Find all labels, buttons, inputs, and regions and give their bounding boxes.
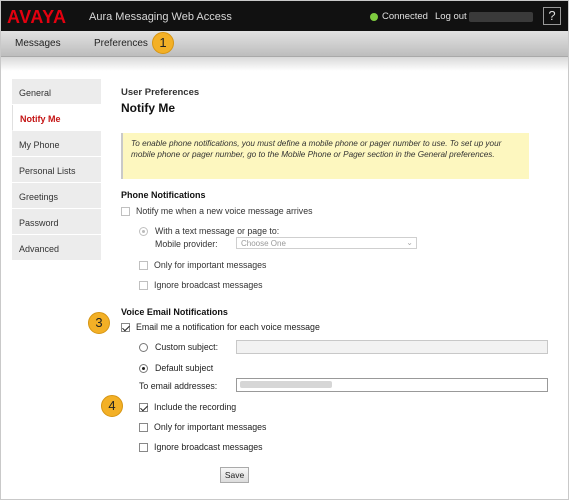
help-button[interactable]: ? xyxy=(543,7,561,25)
info-note: To enable phone notifications, you must … xyxy=(121,133,529,179)
phone-important-label: Only for important messages xyxy=(154,260,267,270)
page-eyebrow: User Preferences xyxy=(121,87,200,98)
chevron-down-icon: ⌄ xyxy=(406,238,413,247)
phone-important-row: Only for important messages xyxy=(139,260,266,270)
email-notify-label: Email me a notification for each voice m… xyxy=(136,322,320,332)
phone-ignore-broadcast-label: Ignore broadcast messages xyxy=(154,280,263,290)
avaya-logo: AVAYA xyxy=(7,7,67,27)
default-subject-row: Default subject xyxy=(139,363,213,373)
custom-subject-radio[interactable] xyxy=(139,342,148,352)
page-title: Notify Me xyxy=(121,101,175,115)
main-nav: Messages Preferences xyxy=(1,31,568,57)
phone-ignore-broadcast-checkbox[interactable] xyxy=(139,280,148,290)
top-bar: AVAYA Aura Messaging Web Access Connecte… xyxy=(1,1,568,31)
redacted-username xyxy=(469,12,533,22)
default-subject-label: Default subject xyxy=(155,363,214,373)
nav-preferences[interactable]: Preferences xyxy=(94,38,148,49)
email-important-label: Only for important messages xyxy=(154,422,267,432)
sidebar-item-password[interactable]: Password xyxy=(12,209,101,235)
sidebar-item-greetings[interactable]: Greetings xyxy=(12,183,101,209)
app-title: Aura Messaging Web Access xyxy=(89,11,232,23)
email-ignore-broadcast-row: Ignore broadcast messages xyxy=(139,442,263,452)
notify-new-message-label: Notify me when a new voice message arriv… xyxy=(136,206,313,216)
include-recording-checkbox[interactable] xyxy=(139,402,148,412)
phone-important-checkbox[interactable] xyxy=(139,260,148,270)
text-page-radio[interactable] xyxy=(139,226,148,236)
include-recording-row: Include the recording xyxy=(139,402,236,412)
save-button[interactable]: Save xyxy=(220,467,249,483)
sidebar-item-general[interactable]: General xyxy=(12,79,101,105)
connection-status: Connected xyxy=(382,11,428,22)
mobile-provider-value: Choose One xyxy=(241,239,286,248)
callout-4: 4 xyxy=(101,395,123,417)
email-important-checkbox[interactable] xyxy=(139,422,148,432)
email-addresses-label: To email addresses: xyxy=(139,381,218,391)
mobile-provider-row: Mobile provider: xyxy=(155,239,218,249)
email-notify-row: Email me a notification for each voice m… xyxy=(121,322,320,332)
redacted-email-address xyxy=(240,381,332,388)
mobile-provider-select[interactable]: Choose One ⌄ xyxy=(236,237,417,249)
sidebar-item-my-phone[interactable]: My Phone xyxy=(12,131,101,157)
default-subject-radio[interactable] xyxy=(139,363,148,373)
connected-status-icon xyxy=(370,13,378,21)
text-page-label: With a text message or page to: xyxy=(155,226,280,236)
phone-notifications-heading: Phone Notifications xyxy=(121,190,206,200)
email-addresses-row: To email addresses: xyxy=(139,381,217,391)
phone-ignore-broadcast-row: Ignore broadcast messages xyxy=(139,280,263,290)
preferences-sidebar: General Notify Me My Phone Personal List… xyxy=(12,79,101,261)
include-recording-label: Include the recording xyxy=(154,402,237,412)
email-notify-checkbox[interactable] xyxy=(121,322,130,332)
email-ignore-broadcast-label: Ignore broadcast messages xyxy=(154,442,263,452)
voice-email-heading: Voice Email Notifications xyxy=(121,307,228,317)
notify-new-message-row: Notify me when a new voice message arriv… xyxy=(121,206,313,216)
text-page-row: With a text message or page to: xyxy=(139,226,279,236)
custom-subject-row: Custom subject: xyxy=(139,342,218,352)
nav-shadow xyxy=(1,57,568,71)
mobile-provider-label: Mobile provider: xyxy=(155,239,218,249)
callout-3: 3 xyxy=(88,312,110,334)
email-ignore-broadcast-checkbox[interactable] xyxy=(139,442,148,452)
notify-new-message-checkbox[interactable] xyxy=(121,206,130,216)
email-important-row: Only for important messages xyxy=(139,422,266,432)
nav-messages[interactable]: Messages xyxy=(15,38,61,49)
sidebar-item-notify-me[interactable]: Notify Me xyxy=(12,105,101,131)
sidebar-item-advanced[interactable]: Advanced xyxy=(12,235,101,261)
custom-subject-input[interactable] xyxy=(236,340,548,354)
callout-1: 1 xyxy=(152,32,174,54)
logout-link[interactable]: Log out xyxy=(435,11,467,22)
sidebar-item-personal-lists[interactable]: Personal Lists xyxy=(12,157,101,183)
custom-subject-label: Custom subject: xyxy=(155,342,219,352)
